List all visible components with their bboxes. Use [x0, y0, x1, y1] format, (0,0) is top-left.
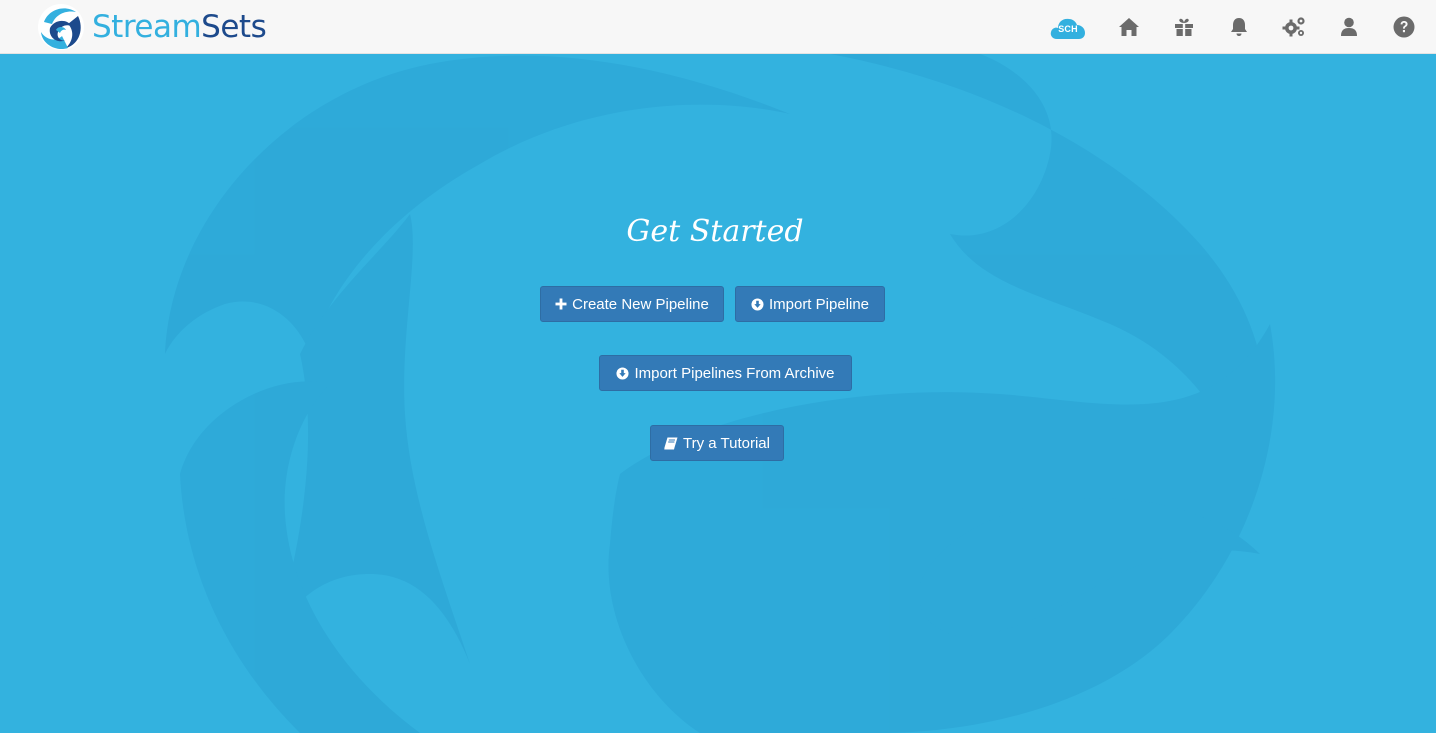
home-icon[interactable] — [1117, 15, 1141, 39]
help-icon[interactable] — [1392, 15, 1416, 39]
create-new-pipeline-button[interactable]: Create New Pipeline — [540, 286, 724, 322]
user-icon[interactable] — [1337, 15, 1361, 39]
brand-name-sets: Sets — [201, 8, 267, 45]
header-icon-bar: SCH — [1050, 0, 1416, 54]
streamsets-logo-icon — [38, 4, 84, 50]
book-icon — [664, 437, 678, 450]
import-pipeline-button[interactable]: Import Pipeline — [735, 286, 885, 322]
import-pipelines-from-archive-label: Import Pipelines From Archive — [634, 364, 835, 382]
bell-icon[interactable] — [1227, 15, 1251, 39]
brand-logo-link[interactable]: StreamSets — [36, 2, 267, 52]
sch-cloud-icon[interactable]: SCH — [1050, 13, 1086, 41]
arrow-circle-down-icon — [616, 366, 629, 380]
try-a-tutorial-label: Try a Tutorial — [683, 434, 770, 452]
create-new-pipeline-label: Create New Pipeline — [572, 295, 709, 313]
gift-icon[interactable] — [1172, 15, 1196, 39]
page-title: Get Started — [626, 214, 804, 249]
get-started-panel: Get Started Create New Pipeline Import P… — [0, 54, 1436, 733]
sch-label: SCH — [1058, 24, 1078, 34]
plus-icon — [555, 298, 567, 310]
arrow-circle-down-icon — [751, 297, 764, 311]
top-navbar: StreamSets SCH — [0, 0, 1436, 54]
main-content: Get Started Create New Pipeline Import P… — [0, 54, 1436, 733]
try-a-tutorial-button[interactable]: Try a Tutorial — [650, 425, 784, 461]
brand-name: StreamSets — [92, 8, 267, 45]
brand-name-stream: Stream — [92, 8, 202, 45]
import-pipelines-from-archive-button[interactable]: Import Pipelines From Archive — [599, 355, 852, 391]
gears-icon[interactable] — [1282, 15, 1306, 39]
import-pipeline-label: Import Pipeline — [768, 295, 870, 313]
